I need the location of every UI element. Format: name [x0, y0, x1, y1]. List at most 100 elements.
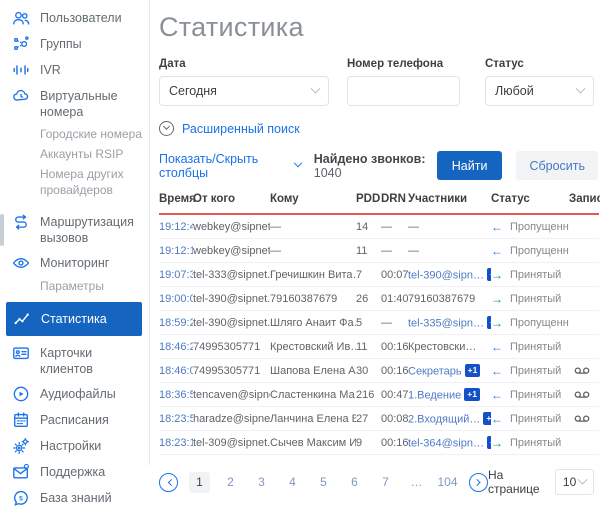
search-button[interactable]: Найти: [437, 151, 503, 180]
call-to: Ланчина Елена В…: [270, 413, 356, 425]
sidebar-item-parameters[interactable]: Параметры: [0, 276, 149, 296]
call-time-link[interactable]: 19:12:42: [159, 221, 193, 233]
sidebar-item-groups[interactable]: Группы: [0, 31, 149, 57]
page-number[interactable]: 104: [437, 472, 458, 493]
call-time-link[interactable]: 18:23:52: [159, 413, 193, 425]
call-status: ←Принятый: [491, 412, 569, 426]
call-status-label: Принятый: [510, 269, 561, 281]
routing-arrows-icon: [11, 213, 31, 231]
sidebar-item-virtual-numbers[interactable]: Виртуальные номера: [0, 83, 149, 124]
table-row[interactable]: 18:46:23 74995305771 Крестовский Ив… 11 …: [159, 335, 599, 359]
call-status-label: Принятый: [510, 293, 561, 305]
table-row[interactable]: 19:07:37 tel-333@sipnet.ru Гречишкин Вит…: [159, 263, 599, 287]
table-row[interactable]: 18:46:04 74995305771 Шапова Елена А… 30 …: [159, 359, 599, 383]
page-number[interactable]: 4: [282, 472, 303, 493]
sidebar-item-client-cards[interactable]: Карточки клиентов: [0, 340, 149, 381]
call-pdd: 26: [356, 293, 381, 305]
participant-link[interactable]: Секретарь: [408, 365, 462, 377]
status-filter-label: Статус: [485, 58, 594, 70]
call-record-cell[interactable]: [569, 414, 599, 424]
participant-link[interactable]: tel-364@sipn…: [408, 437, 484, 449]
call-from: tel-333@sipnet.ru: [193, 269, 270, 281]
table-row[interactable]: 19:00:00 tel-390@sipnet.ru 79160387679 2…: [159, 287, 599, 311]
call-time-link[interactable]: 18:46:04: [159, 365, 193, 377]
col-header-from: От кого: [193, 193, 270, 205]
page-number[interactable]: 6: [344, 472, 365, 493]
columns-toggle-link[interactable]: Показать/Скрыть столбцы: [159, 152, 301, 180]
table-row[interactable]: 19:12:18 webkey@sipnet.ru — 11 — — ←Проп…: [159, 239, 599, 263]
page-number[interactable]: 2: [220, 472, 241, 493]
per-page-select[interactable]: 10: [555, 469, 594, 495]
sidebar-item-ivr[interactable]: IVR: [0, 57, 149, 83]
participant-link[interactable]: —: [408, 221, 419, 233]
page-numbers: 1 2 3 4 5 6 7 … 104: [184, 472, 463, 493]
page-number[interactable]: 5: [313, 472, 334, 493]
participant-link[interactable]: 1.Ведение: [408, 389, 461, 401]
sidebar-item-label: Мониторинг: [40, 254, 109, 271]
voicemail-icon: [574, 366, 590, 376]
next-page-button[interactable]: [469, 473, 488, 492]
call-status-label: Принятый: [510, 437, 561, 449]
call-status: ←Принятый: [491, 364, 569, 378]
sidebar-item-rsip-accounts[interactable]: Аккаунты RSIP: [0, 144, 149, 164]
date-filter-select[interactable]: Сегодня: [159, 76, 329, 106]
sidebar-scrollbar[interactable]: [0, 214, 4, 246]
sidebar-item-monitoring[interactable]: Мониторинг: [0, 250, 149, 276]
page-number[interactable]: 7: [375, 472, 396, 493]
call-drn: 00:16: [381, 437, 408, 449]
participant-link[interactable]: —: [408, 245, 419, 257]
participant-link[interactable]: Крестовски…: [408, 341, 476, 353]
participant-link[interactable]: tel-390@sipn…: [408, 269, 484, 281]
call-direction-icon: ←: [491, 388, 503, 402]
call-from: webkey@sipnet.ru: [193, 221, 270, 233]
page-number[interactable]: 3: [251, 472, 272, 493]
call-drn: 00:16: [381, 365, 408, 377]
sidebar-item-settings[interactable]: Настройки: [0, 433, 149, 459]
status-filter-select[interactable]: Любой: [485, 76, 594, 106]
col-header-record: Запись: [569, 193, 599, 205]
sidebar-item-city-numbers[interactable]: Городские номера: [0, 124, 149, 144]
sidebar-item-users[interactable]: Пользователи: [0, 5, 149, 31]
call-record-cell[interactable]: [569, 390, 599, 400]
call-status: →Принятый: [491, 436, 569, 450]
sidebar-item-label: Поддержка: [40, 463, 105, 480]
call-time-link[interactable]: 18:46:23: [159, 341, 193, 353]
call-time-link[interactable]: 19:07:37: [159, 269, 193, 281]
sidebar-item-schedules[interactable]: Расписания: [0, 407, 149, 433]
call-time-link[interactable]: 18:23:14: [159, 437, 193, 449]
col-header-pdd: PDD: [356, 193, 381, 205]
table-row[interactable]: 18:23:52 haradze@sipnet.ru Ланчина Елена…: [159, 407, 599, 431]
sidebar-item-other-providers[interactable]: Номера других провайдеров: [0, 164, 149, 200]
sidebar-item-knowledge-base[interactable]: 5 База знаний: [0, 485, 149, 511]
participant-link[interactable]: tel-335@sipn…: [408, 317, 484, 329]
table-row[interactable]: 18:23:14 tel-309@sipnet.ru Сычев Максим …: [159, 431, 599, 455]
participant-link[interactable]: 2.Входящий…: [408, 413, 480, 425]
page-number[interactable]: 1: [189, 472, 210, 493]
table-row[interactable]: 19:12:42 webkey@sipnet.ru — 14 — — ←Проп…: [159, 215, 599, 239]
participants-more-badge[interactable]: +1: [465, 364, 481, 377]
sidebar-item-audio-files[interactable]: Аудиофайлы: [0, 381, 149, 407]
call-time-link[interactable]: 19:00:00: [159, 293, 193, 305]
found-calls-text: Найдено звонков: 1040: [314, 152, 437, 180]
advanced-search-toggle[interactable]: Расширенный поиск: [159, 121, 300, 136]
reset-button[interactable]: Сбросить: [516, 151, 598, 180]
phone-input[interactable]: [357, 77, 450, 105]
prev-page-button[interactable]: [159, 473, 178, 492]
table-row[interactable]: 18:36:56 tencaven@sipnet… Сластенкина Ма…: [159, 383, 599, 407]
participants-more-badge[interactable]: +1: [464, 388, 480, 401]
call-time-link[interactable]: 18:59:23: [159, 317, 193, 329]
participants-more-badge[interactable]: +1: [483, 412, 491, 425]
participant-link[interactable]: 79160387679: [408, 293, 475, 305]
call-participants: 2.Входящий…+1: [408, 412, 491, 426]
sidebar-item-support[interactable]: Поддержка: [0, 459, 149, 485]
sidebar-item-label: IVR: [40, 61, 61, 78]
call-time-link[interactable]: 19:12:18: [159, 245, 193, 257]
call-pdd: 216: [356, 389, 381, 401]
table-row[interactable]: 18:59:23 tel-390@sipnet.ru Шляго Анаит Ф…: [159, 311, 599, 335]
sidebar-item-statistics[interactable]: Статистика: [6, 302, 142, 336]
call-record-cell[interactable]: [569, 366, 599, 376]
calendar-icon: [11, 411, 31, 429]
sidebar-item-call-routing[interactable]: Маршрутизация вызовов: [0, 209, 149, 250]
call-from: tel-390@sipnet.ru: [193, 317, 270, 329]
call-time-link[interactable]: 18:36:56: [159, 389, 193, 401]
